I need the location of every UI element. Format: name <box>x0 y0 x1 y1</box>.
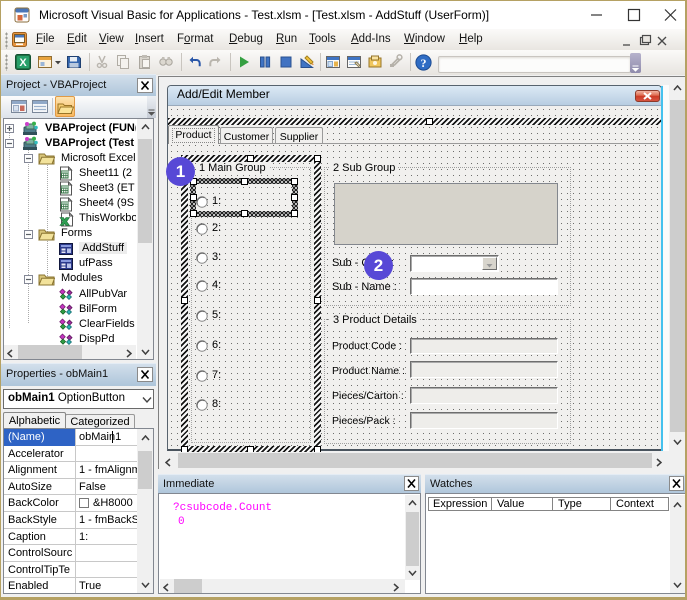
svg-text:X: X <box>19 57 27 69</box>
svg-text:?: ? <box>421 56 427 70</box>
